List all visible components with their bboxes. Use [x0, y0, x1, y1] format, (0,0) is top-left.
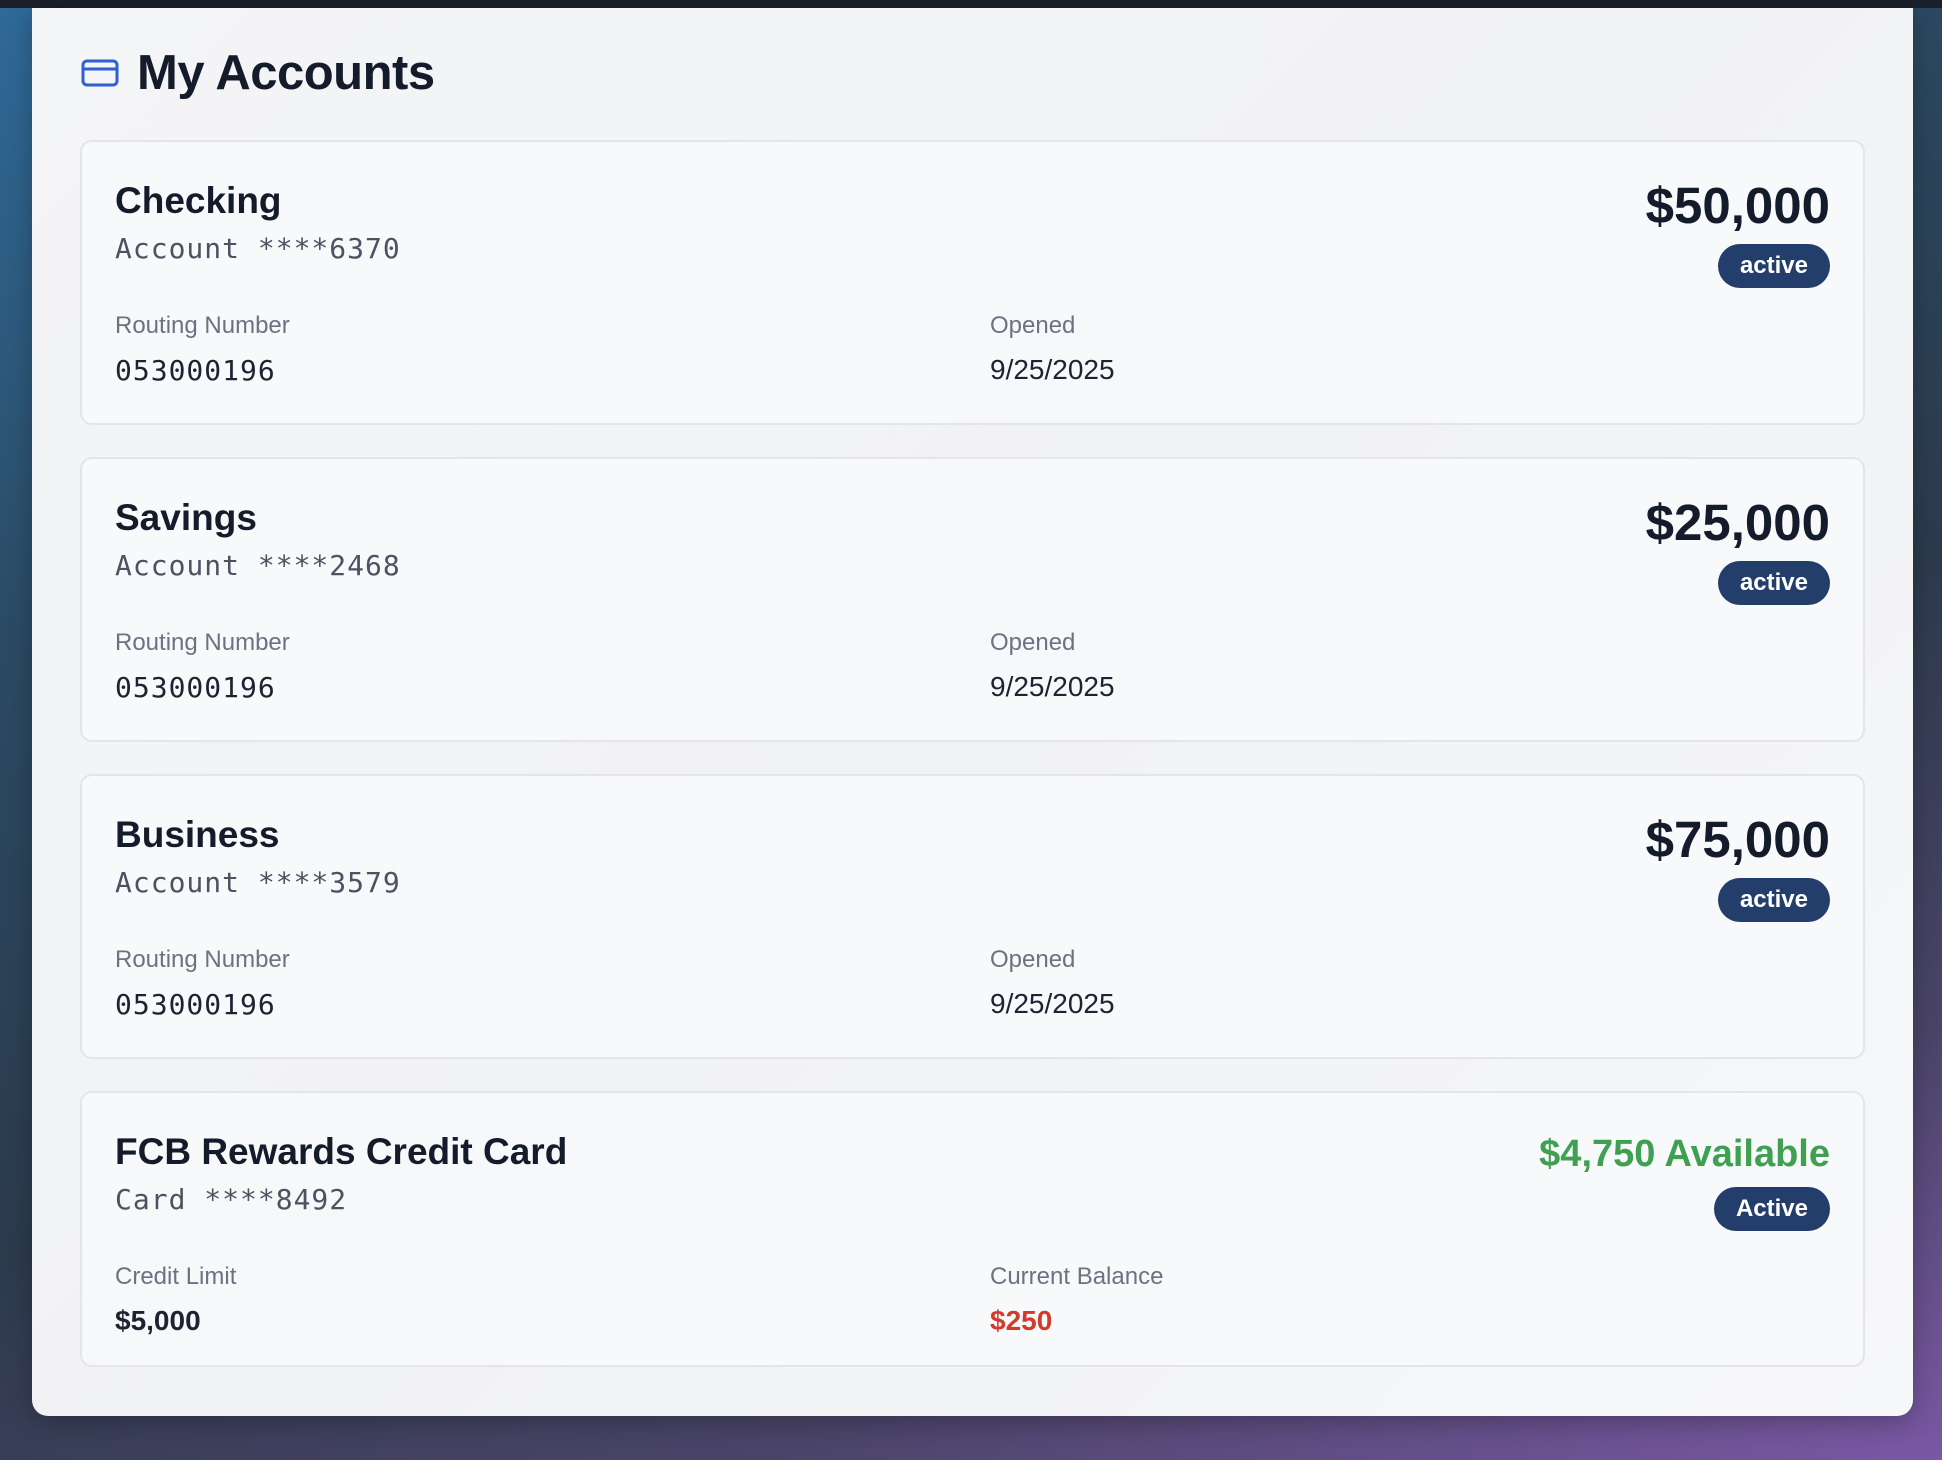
page-header: My Accounts	[81, 38, 435, 108]
page-title: My Accounts	[137, 46, 435, 100]
account-card-savings[interactable]: Savings Account ****2468 $25,000 active …	[80, 457, 1865, 742]
status-badge: active	[1717, 561, 1830, 605]
accounts-panel: My Accounts Checking Account ****6370 $5…	[32, 8, 1913, 1416]
account-card-checking[interactable]: Checking Account ****6370 $50,000 active…	[80, 140, 1865, 425]
account-balance: $50,000	[1645, 177, 1830, 234]
opened-label: Opened	[990, 312, 1076, 339]
status-badge: active	[1717, 244, 1830, 288]
account-name: Business	[115, 814, 280, 855]
credit-card-card[interactable]: FCB Rewards Credit Card Card ****8492 $4…	[80, 1091, 1865, 1367]
routing-number-label: Routing Number	[115, 946, 290, 973]
account-number: Account ****6370	[115, 232, 401, 265]
card-name: FCB Rewards Credit Card	[115, 1131, 568, 1172]
routing-number-value: 053000196	[115, 988, 276, 1021]
opened-value: 9/25/2025	[990, 988, 1115, 1019]
account-balance: $75,000	[1645, 811, 1830, 868]
credit-card-icon	[81, 59, 119, 87]
account-card-business[interactable]: Business Account ****3579 $75,000 active…	[80, 774, 1865, 1059]
routing-number-label: Routing Number	[115, 312, 290, 339]
card-number: Card ****8492	[115, 1183, 348, 1216]
credit-limit-value: $5,000	[115, 1305, 201, 1336]
routing-number-label: Routing Number	[115, 629, 290, 656]
current-balance-label: Current Balance	[990, 1263, 1164, 1290]
current-balance-value: $250	[990, 1305, 1053, 1336]
top-bar	[0, 0, 1942, 8]
account-number: Account ****3579	[115, 866, 401, 899]
routing-number-value: 053000196	[115, 671, 276, 704]
account-balance: $25,000	[1645, 494, 1830, 551]
opened-value: 9/25/2025	[990, 671, 1115, 702]
opened-label: Opened	[990, 629, 1076, 656]
status-badge: active	[1717, 878, 1830, 922]
available-credit: $4,750 Available	[1539, 1133, 1830, 1175]
routing-number-value: 053000196	[115, 354, 276, 387]
credit-limit-label: Credit Limit	[115, 1263, 237, 1290]
account-number: Account ****2468	[115, 549, 401, 582]
status-badge: Active	[1713, 1187, 1830, 1231]
account-name: Checking	[115, 180, 282, 221]
opened-value: 9/25/2025	[990, 354, 1115, 385]
account-name: Savings	[115, 497, 257, 538]
opened-label: Opened	[990, 946, 1076, 973]
